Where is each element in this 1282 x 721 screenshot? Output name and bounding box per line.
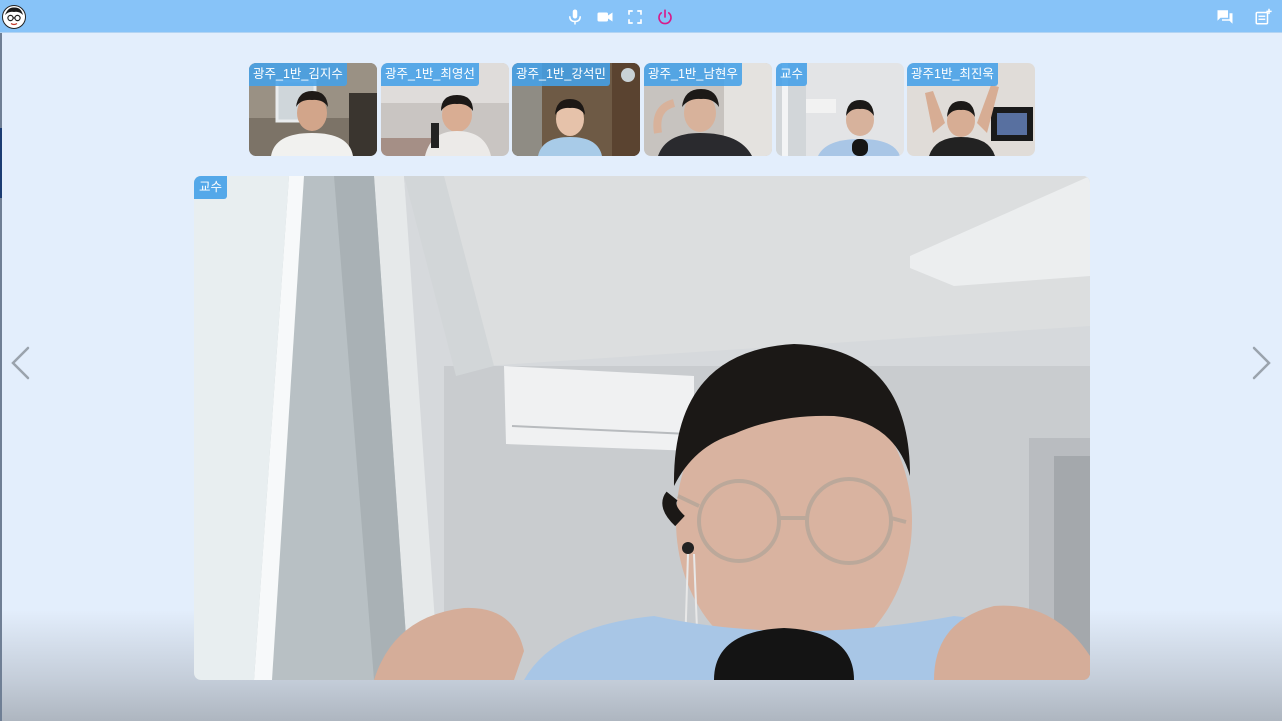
power-icon[interactable]: [656, 8, 674, 26]
participant-name: 광주_1반_김지수: [249, 63, 347, 86]
participant-tile[interactable]: 광주_1반_강석민: [512, 63, 640, 156]
window-edge: [0, 0, 2, 721]
participant-name: 광주_1반_강석민: [512, 63, 610, 86]
chat-icon[interactable]: [1216, 8, 1234, 26]
fullscreen-icon[interactable]: [626, 8, 644, 26]
add-note-icon[interactable]: [1254, 8, 1272, 26]
participant-tile[interactable]: 광주_1반_최영선: [381, 63, 509, 156]
participant-name: 광주_1반_최영선: [381, 63, 479, 86]
top-toolbar: [0, 0, 1282, 33]
avatar-logo-icon[interactable]: [2, 5, 26, 29]
main-video-feed: [194, 176, 1090, 680]
participant-name: 교수: [776, 63, 808, 86]
chevron-right-icon[interactable]: [1250, 345, 1274, 381]
participant-tile[interactable]: 교수: [776, 63, 904, 156]
participant-tile[interactable]: 광주_1반_김지수: [249, 63, 377, 156]
participant-name: 광주1반_최진욱: [907, 63, 998, 86]
participant-tile[interactable]: 광주1반_최진욱: [907, 63, 1035, 156]
main-speaker-name: 교수: [194, 176, 228, 199]
chevron-left-icon[interactable]: [8, 345, 32, 381]
main-video[interactable]: 교수: [194, 176, 1090, 680]
participant-name: 광주_1반_남현우: [644, 63, 742, 86]
window-edge-mark: [0, 128, 2, 198]
participant-tile[interactable]: 광주_1반_남현우: [644, 63, 772, 156]
camera-icon[interactable]: [596, 8, 614, 26]
mic-icon[interactable]: [566, 8, 584, 26]
